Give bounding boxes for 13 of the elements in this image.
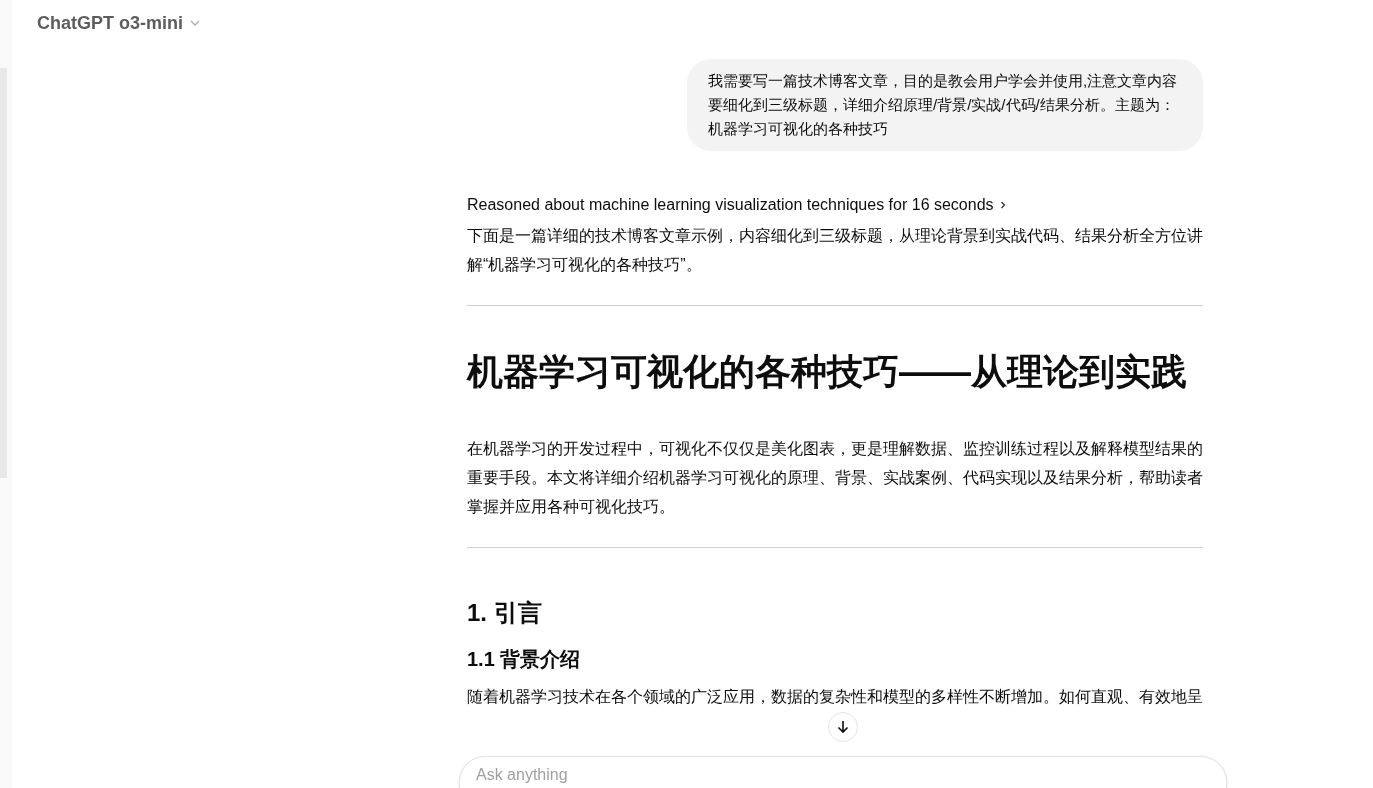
model-selector[interactable]: ChatGPT o3-mini <box>37 9 201 37</box>
message-input[interactable]: Ask anything <box>476 765 1210 785</box>
reasoning-toggle[interactable]: Reasoned about machine learning visualization techniques for 16 seconds <box>467 193 1008 217</box>
message-composer[interactable]: Ask anything <box>459 756 1227 788</box>
paragraph: 随着机器学习技术在各个领域的广泛应用，数据的复杂性和模型的多样性不断增加。如何直观、有效地呈 <box>467 687 1203 707</box>
subsection-heading: 1.1 背景介绍 <box>467 647 582 672</box>
article-title: 机器学习可视化的各种技巧——从理论到实践 <box>467 350 1188 394</box>
arrow-down-icon <box>836 720 850 734</box>
user-message: 我需要写一篇技术博客文章，目的是教会用户学会并使用,注意文章内容要细化到三级标题，详细介绍原理/背景/实战/代码/结果分析。主题为：机器学习可视化的各种技巧 <box>687 59 1203 151</box>
section-heading: 1. 引言 <box>467 598 543 628</box>
paragraph: 下面是一篇详细的技术博客文章示例，内容细化到三级标题，从理论背景到实战代码、结果分析全方位讲解“机器学习可视化的各种技巧”。 <box>467 226 1203 275</box>
paragraph: 在机器学习的开发过程中，可视化不仅仅是美化图表，更是理解数据、监控训练过程以及解释模型结果的重要手段。本文将详细介绍机器学习可视化的原理、背景、实战案例、代码实现以及结果分析，帮助读者掌握并应用各种可视化技巧。 <box>467 439 1203 517</box>
scroll-down-button[interactable] <box>828 712 858 742</box>
